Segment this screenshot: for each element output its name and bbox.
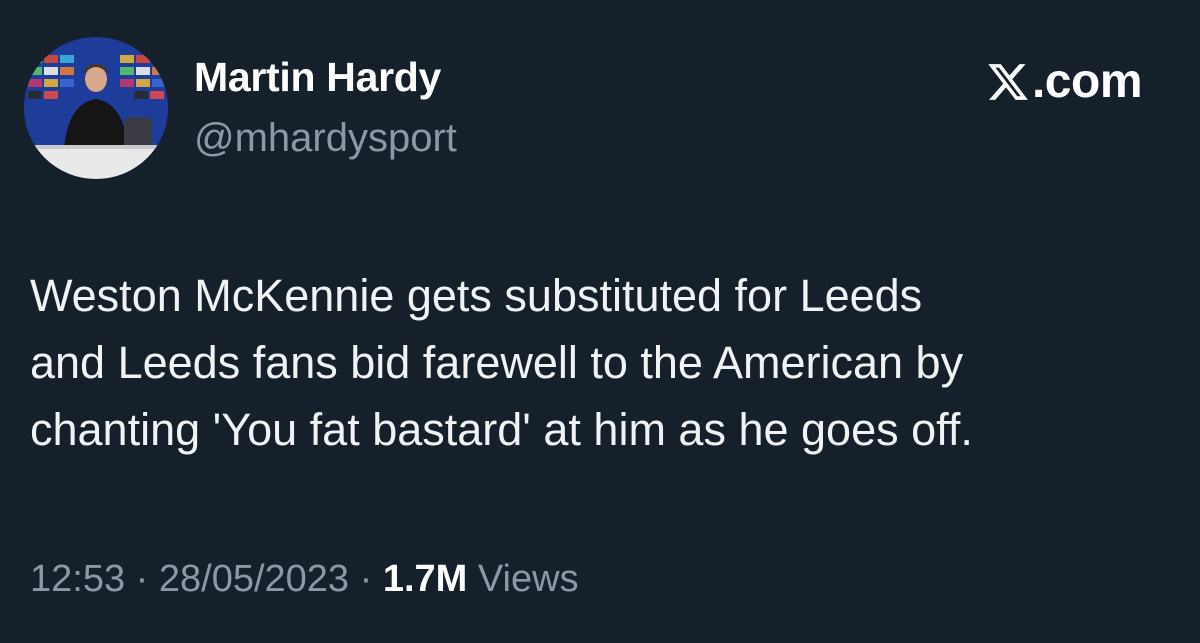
author-name[interactable]: Martin Hardy xyxy=(194,54,441,101)
views-label: Views xyxy=(477,558,579,600)
tweet-line: and Leeds fans bid farewell to the Ameri… xyxy=(30,337,964,388)
brand-text: .com xyxy=(1031,55,1143,108)
avatar[interactable] xyxy=(24,37,168,179)
avatar-image xyxy=(24,37,168,179)
meta-separator: · xyxy=(135,558,149,600)
tweet-line: chanting 'You fat bastard' at him as he … xyxy=(30,404,973,455)
meta-separator: · xyxy=(359,558,373,600)
brand-watermark: .com xyxy=(986,54,1143,109)
views-count[interactable]: 1.7M xyxy=(383,558,467,600)
tweet-line: Weston McKennie gets substituted for Lee… xyxy=(30,270,923,321)
author-handle[interactable]: @mhardysport xyxy=(194,116,457,161)
tweet-date[interactable]: 28/05/2023 xyxy=(159,558,349,600)
tweet-meta: 12:53 · 28/05/2023 · 1.7M Views xyxy=(30,558,579,601)
tweet-time[interactable]: 12:53 xyxy=(30,558,125,600)
tweet-text: Weston McKennie gets substituted for Lee… xyxy=(30,262,1180,463)
x-logo-icon xyxy=(986,60,1030,104)
